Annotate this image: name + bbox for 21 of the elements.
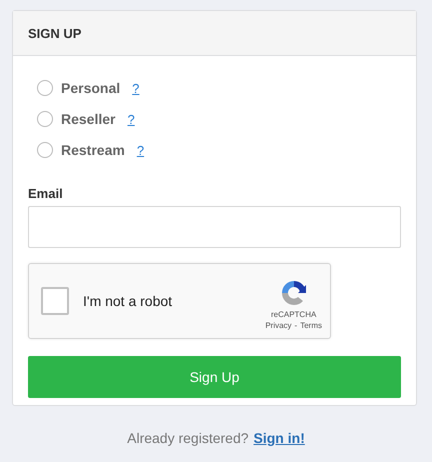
radio-button[interactable] <box>37 111 53 127</box>
captcha-checkbox[interactable] <box>41 287 69 315</box>
email-label: Email <box>28 186 64 201</box>
radio-label: Personal <box>61 80 120 96</box>
link-separator: - <box>294 321 298 330</box>
terms-link[interactable]: Terms <box>300 321 322 330</box>
signin-link[interactable]: Sign in! <box>254 430 305 446</box>
radio-label: Restream <box>61 142 125 158</box>
radio-button[interactable] <box>37 142 53 158</box>
help-link[interactable]: ? <box>132 80 140 96</box>
help-link[interactable]: ? <box>136 142 144 158</box>
signup-button[interactable]: Sign Up <box>28 356 401 398</box>
help-link[interactable]: ? <box>127 112 135 126</box>
privacy-link[interactable]: Privacy <box>265 321 292 330</box>
email-field[interactable] <box>28 206 401 248</box>
radio-label: Reseller <box>61 111 116 127</box>
captcha-label: I'm not a robot <box>83 293 174 309</box>
card-title: SIGN UP <box>28 26 82 40</box>
captcha-brand: reCAPTCHA <box>270 310 316 319</box>
radio-button[interactable] <box>37 80 53 96</box>
footer-text: Already registered? <box>127 430 249 446</box>
